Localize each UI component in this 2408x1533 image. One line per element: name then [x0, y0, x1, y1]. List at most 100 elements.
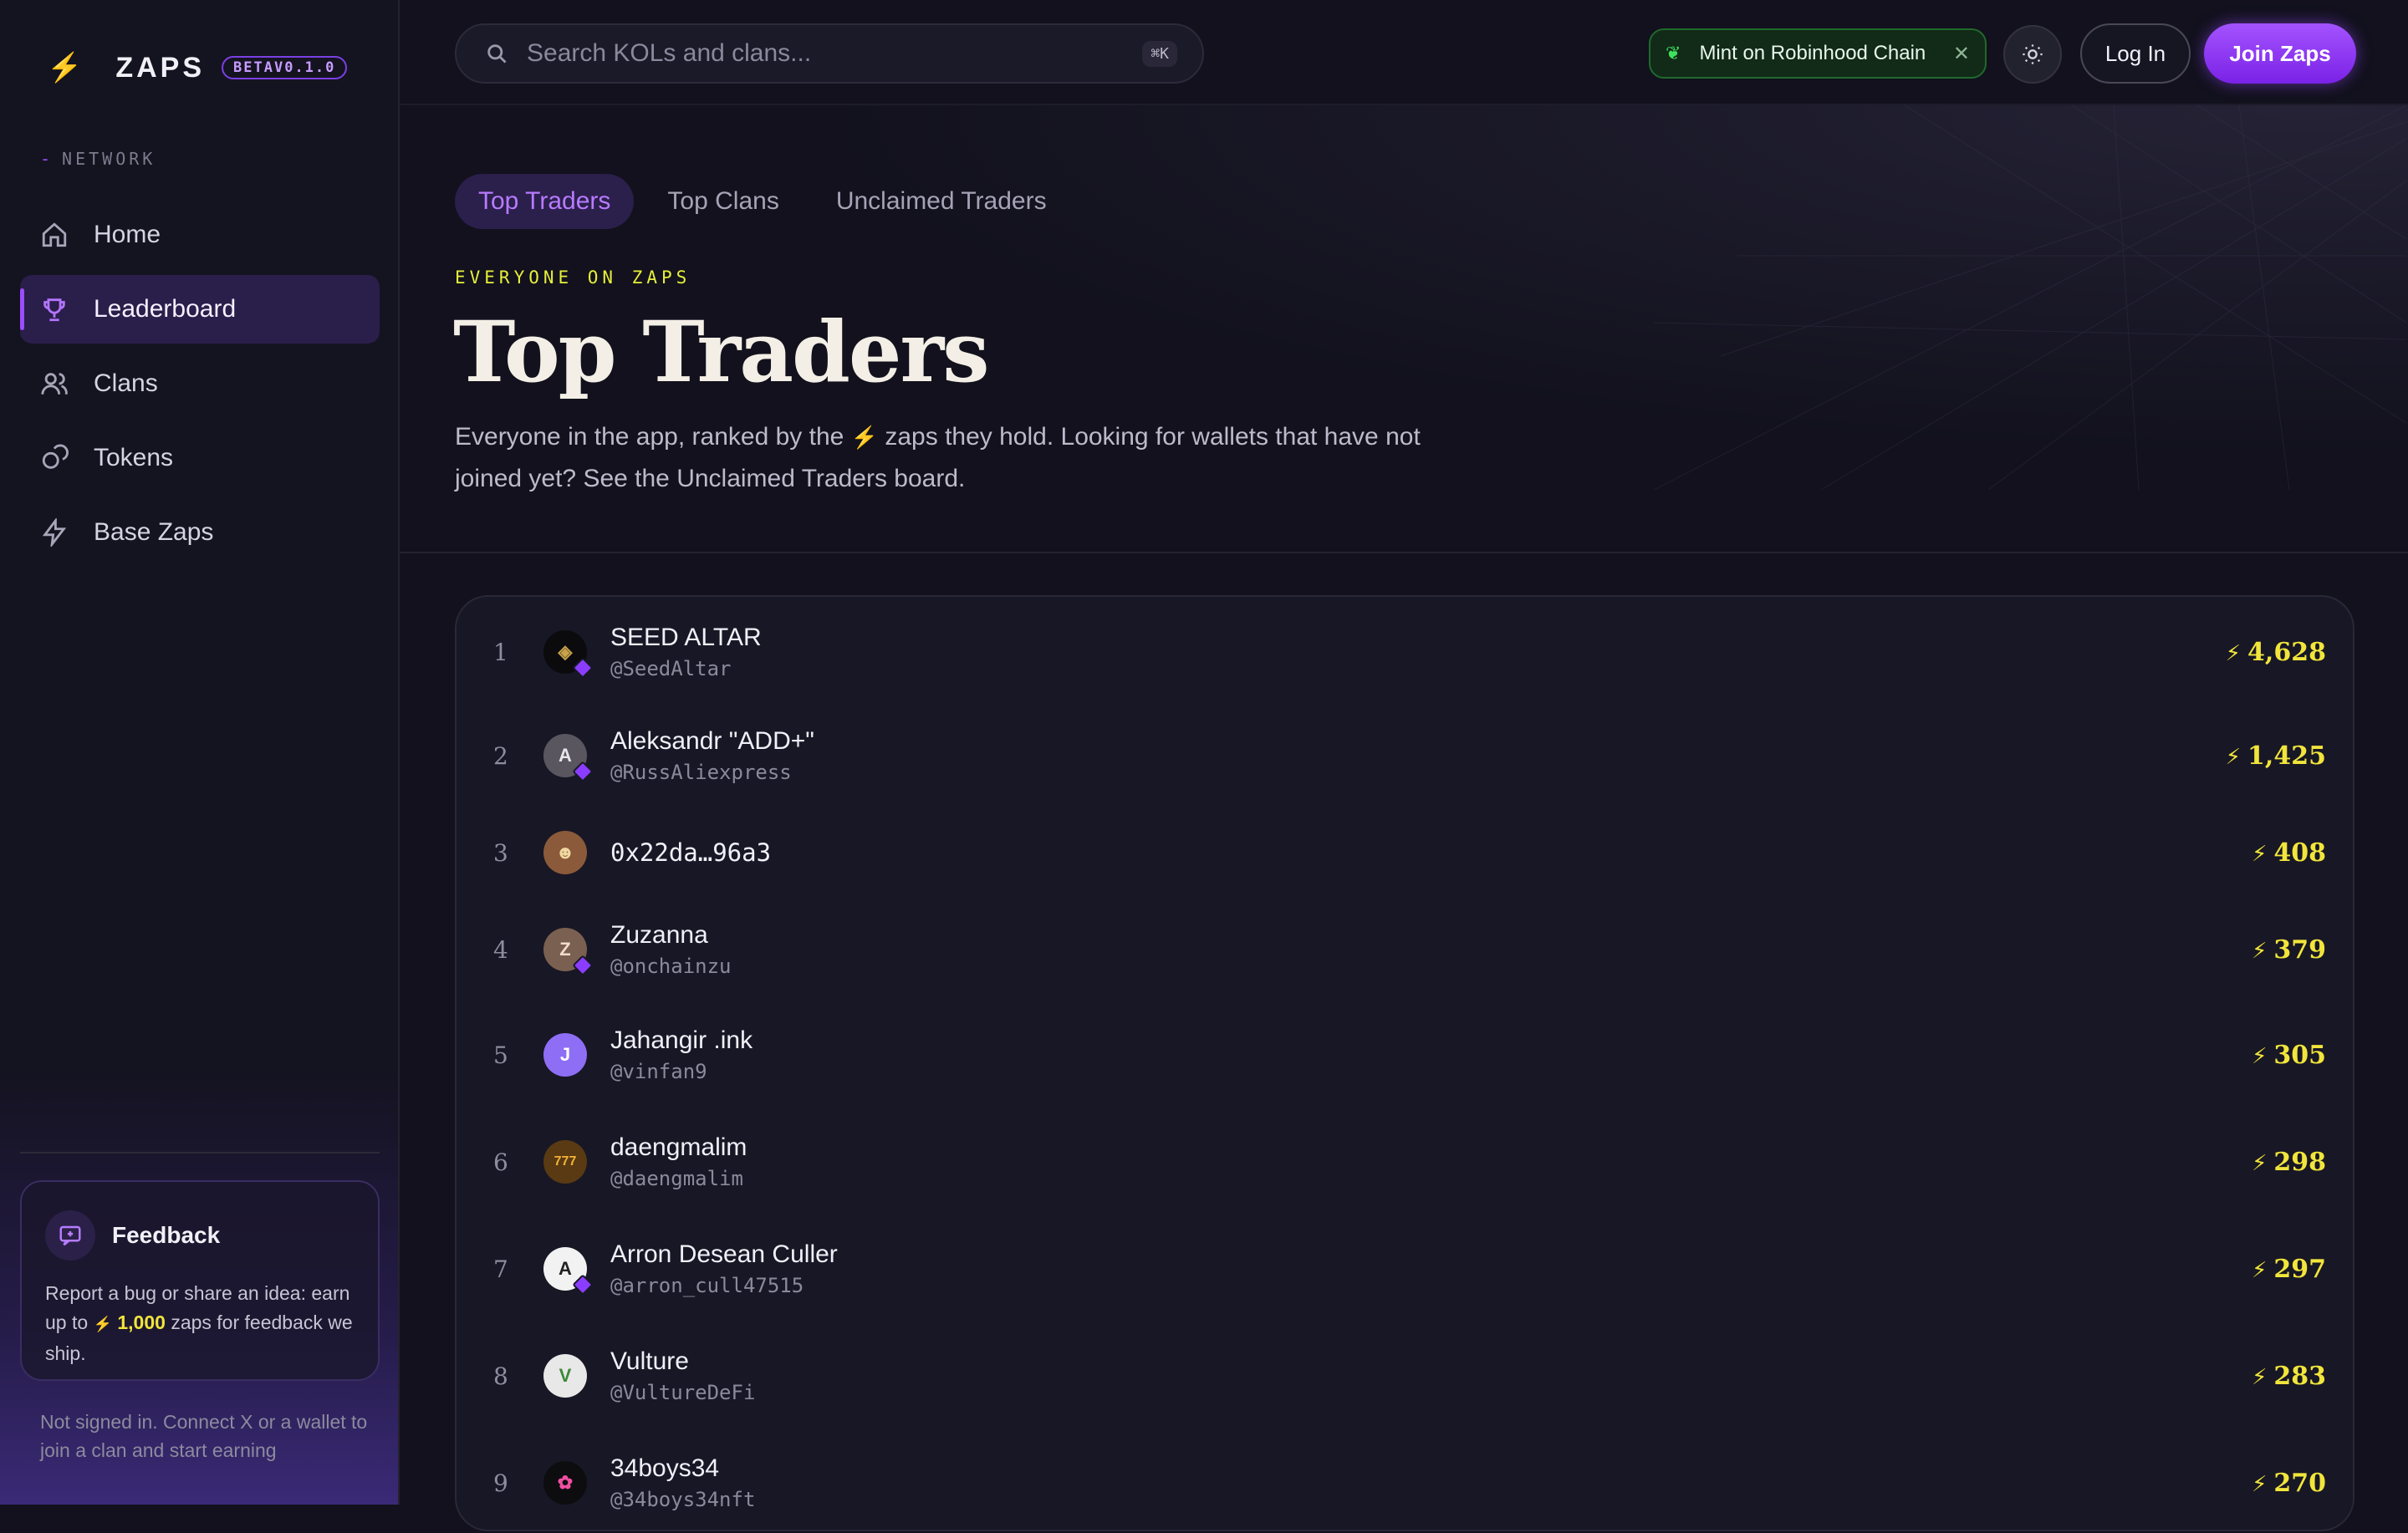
leaderboard-row[interactable]: 2 A Aleksandr "ADD+" @RussAliexpress ⚡ 1,425: [457, 705, 2353, 806]
avatar[interactable]: A: [543, 1247, 594, 1296]
avatar[interactable]: ◈: [543, 630, 594, 679]
hero: Top Traders Top Clans Unclaimed Traders …: [400, 105, 2408, 553]
trader-handle: @SeedAltar: [610, 657, 732, 680]
search-shortcut: ⌘K: [1142, 40, 1177, 67]
bolt-icon: ⚡: [2252, 1043, 2268, 1069]
trader-handle: @arron_cull47515: [610, 1274, 804, 1297]
leaderboard-row[interactable]: 8 V Vulture @VultureDeFi ⚡ 283: [457, 1326, 2353, 1426]
trader-identity: Vulture @VultureDeFi: [610, 1347, 755, 1404]
sun-icon: [2023, 44, 2043, 64]
zaps-value: 408: [2273, 838, 2326, 868]
log-in-button[interactable]: Log In: [2080, 23, 2191, 84]
trader-name[interactable]: 0x22da…96a3: [610, 838, 771, 867]
sidebar-item-tokens[interactable]: Tokens: [20, 424, 380, 492]
sidebar-item-home[interactable]: Home: [20, 201, 380, 269]
theme-toggle-button[interactable]: [2003, 25, 2062, 84]
brand-name: ZAPS: [115, 51, 206, 84]
trader-identity: Aleksandr "ADD+" @RussAliexpress: [610, 727, 814, 784]
bolt-icon: ⚡: [2252, 841, 2268, 867]
background-pattern: [1654, 105, 2406, 490]
sidebar-item-clans[interactable]: Clans: [20, 349, 380, 418]
sidebar-item-label: Leaderboard: [94, 295, 237, 323]
avatar[interactable]: ☻: [543, 831, 587, 874]
trader-handle: @VultureDeFi: [610, 1381, 756, 1404]
tab-top-traders[interactable]: Top Traders: [455, 174, 635, 229]
tab-top-clans[interactable]: Top Clans: [644, 174, 802, 229]
zaps-count: ⚡ 408: [2252, 838, 2326, 868]
avatar[interactable]: V: [543, 1354, 587, 1398]
join-zaps-button[interactable]: Join Zaps: [2204, 23, 2356, 84]
sidebar-item-base-zaps[interactable]: Base Zaps: [20, 498, 380, 567]
bolt-icon: ⚡: [2225, 744, 2242, 770]
trader-handle: @onchainzu: [610, 955, 732, 978]
leaderboard-row[interactable]: 3 ☻ 0x22da…96a3 ⚡ 408: [457, 802, 2353, 903]
avatar-image: A: [559, 1258, 572, 1279]
zaps-value: 283: [2273, 1361, 2326, 1391]
zaps-value: 1,425: [2247, 741, 2326, 771]
trader-name[interactable]: Zuzanna: [610, 921, 732, 950]
home-icon: [42, 222, 67, 247]
rank-number: 3: [493, 838, 508, 867]
avatar[interactable]: ✿: [543, 1461, 587, 1505]
search-input[interactable]: [525, 38, 1143, 69]
leaderboard-row[interactable]: 9 ✿ 34boys34 @34boys34nft ⚡ 270: [457, 1433, 2353, 1533]
avatar-image: Z: [559, 939, 571, 960]
feedback-card[interactable]: Feedback Report a bug or share an idea: …: [20, 1180, 380, 1381]
trader-name[interactable]: Aleksandr "ADD+": [610, 727, 814, 756]
zaps-value: 297: [2273, 1254, 2326, 1284]
feedback-icon: [45, 1210, 95, 1261]
trader-name[interactable]: daengmalim: [610, 1133, 747, 1162]
avatar-image: 777: [554, 1154, 577, 1169]
feedback-amount: 1,000: [117, 1311, 166, 1333]
zaps-count: ⚡ 379: [2252, 935, 2326, 965]
trader-name[interactable]: 34boys34: [610, 1454, 755, 1483]
top-bar: ⌘K ❦ Mint on Robinhood Chain ✕ Log In Jo…: [400, 0, 2408, 105]
leaderboard-row[interactable]: 4 Z Zuzanna @onchainzu ⚡ 379: [457, 899, 2353, 1000]
zaps-count: ⚡ 270: [2252, 1469, 2326, 1498]
leaderboard-row[interactable]: 5 J Jahangir .ink @vinfan9 ⚡ 305: [457, 1005, 2353, 1105]
trader-name[interactable]: Vulture: [610, 1347, 755, 1376]
leaderboard-tabs: Top Traders Top Clans Unclaimed Traders: [455, 174, 1080, 229]
bolt-icon: ⚡: [850, 425, 879, 450]
trader-name[interactable]: Jahangir .ink: [610, 1026, 752, 1055]
leaderboard-row[interactable]: 7 A Arron Desean Culler @arron_cull47515 ⚡ 29…: [457, 1219, 2353, 1319]
avatar[interactable]: A: [543, 734, 594, 782]
trader-identity: 34boys34 @34boys34nft: [610, 1454, 755, 1511]
sidebar-item-label: Tokens: [94, 444, 174, 471]
brand[interactable]: ⚡ ZAPS BETAV0.1.0: [47, 47, 348, 89]
bolt-icon: ⚡: [2252, 1364, 2268, 1390]
bolt-icon: ⚡: [2252, 1257, 2268, 1283]
bolt-icon: ⚡: [2252, 1471, 2268, 1497]
bolt-icon: [42, 518, 67, 547]
avatar-image: A: [559, 745, 572, 766]
trader-name[interactable]: Arron Desean Culler: [610, 1240, 838, 1269]
tab-unclaimed-traders[interactable]: Unclaimed Traders: [813, 174, 1070, 229]
avatar-image: J: [559, 1044, 571, 1065]
sidebar-item-leaderboard[interactable]: Leaderboard: [20, 275, 380, 344]
leaderboard-row[interactable]: 6 777 daengmalim @daengmalim ⚡ 298: [457, 1112, 2353, 1212]
close-icon[interactable]: ✕: [1953, 42, 1970, 66]
search-bar[interactable]: ⌘K: [455, 23, 1204, 84]
sidebar-item-label: Base Zaps: [94, 518, 214, 546]
bolt-icon: ⚡: [93, 1316, 112, 1332]
eyebrow: EVERYONE ON ZAPS: [455, 267, 691, 288]
leaderboard-row[interactable]: 1 ◈ SEED ALTAR @SeedAltar ⚡ 4,628: [457, 602, 2353, 702]
mint-banner[interactable]: ❦ Mint on Robinhood Chain ✕: [1649, 28, 1987, 79]
zaps-count: ⚡ 1,425: [2226, 741, 2326, 771]
sidebar-divider: [20, 1152, 380, 1154]
avatar[interactable]: J: [543, 1033, 587, 1077]
bolt-icon: ⚡: [2225, 640, 2242, 666]
zaps-count: ⚡ 283: [2252, 1362, 2326, 1391]
zaps-logo-icon: ⚡: [47, 52, 83, 84]
sidebar: ⚡ ZAPS BETAV0.1.0 - NETWORK Home Leaderbo…: [0, 0, 400, 1505]
rank-number: 5: [493, 1041, 508, 1069]
trader-handle: @vinfan9: [610, 1060, 707, 1083]
avatar-image: ✿: [557, 1472, 574, 1493]
rank-number: 9: [493, 1469, 508, 1497]
verified-badge-icon: [572, 761, 594, 782]
sidebar-item-label: Clans: [94, 369, 158, 397]
avatar[interactable]: 777: [543, 1140, 587, 1184]
trader-name[interactable]: SEED ALTAR: [610, 624, 762, 652]
sidebar-item-label: Home: [94, 221, 161, 248]
avatar[interactable]: Z: [543, 928, 594, 976]
